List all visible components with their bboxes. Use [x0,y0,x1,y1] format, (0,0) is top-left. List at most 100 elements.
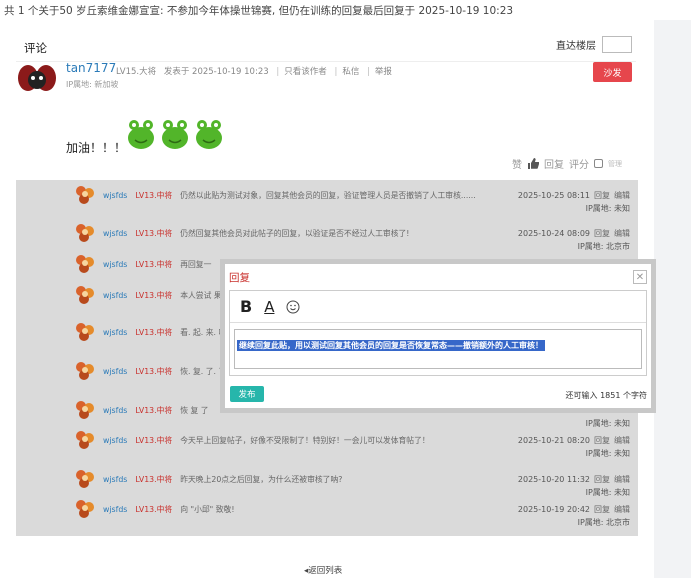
reply-date: 2025-10-25 08:11 [517,191,590,200]
right-sidebar [654,20,691,578]
reply-textarea[interactable]: 继续回复此贴，用以测试回复其他会员的回复是否恢复常态——撤销额外的人工审核！ [234,329,642,369]
reply-author[interactable]: wjsfds [103,191,127,200]
reply-link[interactable]: 回复 [544,156,564,171]
reply-ip: IP属地: 未知 [585,449,630,458]
reply-avatar[interactable] [74,284,96,306]
reply-editor: B A 继续回复此贴，用以测试回复其他会员的回复是否恢复常态——撤销额外的人工审… [229,290,647,376]
reply-dialog-body: 回复 ✕ B A 继续回复此贴，用以测试回复其他会员的回复是否恢复常态——撤销额… [225,264,651,408]
reply-meta: 2025-10-25 08:11 回复 编辑 IP属地: 未知 [518,189,630,215]
smiley-icon[interactable] [286,300,300,314]
reply-level: LV13.中将 [135,291,173,300]
reply-ip: IP属地: 北京市 [577,518,630,527]
post-time: 发表于 2025-10-19 10:23 [163,67,269,77]
reply-author[interactable]: wjsfds [103,406,127,415]
reply-item: wjsfds LV13.中将 仍然以此贴为测试对象，回复其他会员的回复，验证管理人员… [16,183,638,219]
rate-link[interactable]: 评分 [569,156,589,171]
reply-reply-link[interactable]: 回复 [594,229,610,238]
reply-author[interactable]: wjsfds [103,475,127,484]
admin-label: 管理 [608,159,622,168]
report-link[interactable]: 举报 [375,67,392,77]
reply-dialog: 回复 ✕ B A 继续回复此贴，用以测试回复其他会员的回复是否恢复常态——撤销额… [220,259,656,413]
jump-floor-input[interactable] [602,36,632,53]
green-frog-emoji-icon [196,120,222,149]
reply-edit-link[interactable]: 编辑 [614,475,630,484]
green-frog-emoji-icon [162,120,188,149]
char-counter: 还可输入 1851 个字符 [565,391,647,400]
reply-avatar[interactable] [74,429,96,451]
author-ip: IP属地: 新加坡 [66,80,119,89]
reply-date: 2025-10-20 11:32 [517,475,590,484]
reply-reply-link[interactable]: 回复 [594,191,610,200]
comments-title: 评论 [24,41,47,55]
reply-text: 昨天晚上20点之后回复，为什么还被审核了呐? [180,475,343,484]
reply-author[interactable]: wjsfds [103,260,127,269]
back-to-list-link[interactable]: ◂返回列表 [304,564,342,576]
reply-text: 今天早上回复帖子，好像不受限制了！特别好！一会儿可以发体育帖了！ [180,436,430,445]
reply-text: 恢 复 了 [180,406,209,415]
jump-label: 直达楼层 [556,41,596,52]
reply-avatar[interactable] [74,222,96,244]
author-avatar[interactable] [18,62,56,96]
reply-ip: IP属地: 未知 [585,204,630,213]
reply-level: LV13.中将 [135,328,173,337]
reply-avatar[interactable] [74,498,96,520]
reply-level: LV13.中将 [135,475,173,484]
reply-edit-link[interactable]: 编辑 [614,436,630,445]
reply-reply-link[interactable]: 回复 [594,475,610,484]
reply-text: 仍然回复其他会员对此帖子的回复，以验证是否不经过人工审核了! [180,229,410,238]
reply-reply-link[interactable]: 回复 [594,505,610,514]
private-message-link[interactable]: 私信 [342,67,359,77]
reply-author[interactable]: wjsfds [103,291,127,300]
reply-meta: 2025-10-20 11:32 回复 编辑 IP属地: 未知 [518,473,630,499]
reply-author[interactable]: wjsfds [103,229,127,238]
reply-date: 2025-10-19 20:42 [517,505,590,514]
reply-author[interactable]: wjsfds [103,367,127,376]
reply-body: wjsfds LV13.中将 仍然回复其他会员对此帖子的回复，以验证是否不经过人工审… [103,227,493,240]
reply-avatar[interactable] [74,468,96,490]
reply-level: LV13.中将 [135,191,173,200]
reply-meta: 2025-10-24 08:09 回复 编辑 IP属地: 北京市 [518,227,630,253]
reply-level: LV13.中将 [135,406,173,415]
reply-body: wjsfds LV13.中将 昨天晚上20点之后回复，为什么还被审核了呐? [103,473,493,486]
editor-toolbar: B A [230,291,646,323]
only-author-link[interactable]: 只看该作者 [284,67,327,77]
jump-to-floor: 直达楼层 [556,36,632,53]
reply-text: 向 "小邱" 致敬! [180,505,235,514]
bold-button[interactable]: B [240,297,252,316]
reply-avatar[interactable] [74,321,96,343]
reply-edit-link[interactable]: 编辑 [614,191,630,200]
reply-avatar[interactable] [74,184,96,206]
font-color-button[interactable]: A [264,298,274,316]
sofa-badge: 沙发 [593,62,632,82]
reply-author[interactable]: wjsfds [103,505,127,514]
reply-level: LV13.中将 [135,367,173,376]
selected-reply-text: 继续回复此贴，用以测试回复其他会员的回复是否恢复常态——撤销额外的人工审核！ [237,340,545,351]
reply-text: 再回复一 [180,260,212,269]
reply-edit-link[interactable]: 编辑 [614,505,630,514]
post-actions: 赞 回复 评分 管理 [512,156,622,171]
reply-meta: 2025-10-21 08:20 回复 编辑 IP属地: 未知 [518,434,630,460]
reply-author[interactable]: wjsfds [103,436,127,445]
reply-body: wjsfds LV13.中将 仍然以此贴为测试对象，回复其他会员的回复，验证管理人员… [103,189,493,202]
author-level: LV15.大将 [116,67,157,77]
reply-avatar[interactable] [74,253,96,275]
comments-header: 评论 直达楼层 [16,34,636,62]
reply-level: LV13.中将 [135,229,173,238]
author-meta: LV15.大将 发表于 2025-10-19 10:23 | 只看该作者 | 私信 … [116,67,392,77]
reply-avatar[interactable] [74,399,96,421]
author-name[interactable]: tan7177 [66,61,116,75]
reply-date: 2025-10-21 08:20 [517,436,590,445]
reply-author[interactable]: wjsfds [103,328,127,337]
reply-date: 2025-10-24 08:09 [517,229,590,238]
reply-edit-link[interactable]: 编辑 [614,229,630,238]
publish-button[interactable]: 发布 [230,386,264,402]
dialog-title: 回复 [229,272,250,284]
admin-checkbox[interactable] [594,159,603,168]
reply-avatar[interactable] [74,360,96,382]
reply-level: LV13.中将 [135,436,173,445]
close-icon[interactable]: ✕ [633,270,647,284]
like-label[interactable]: 赞 [512,156,522,171]
topic-title: 共 1 个关于50 岁丘索维金娜宣宣: 不参加今年体操世锦赛, 但仍在训练的回复… [4,5,514,17]
reply-reply-link[interactable]: 回复 [594,436,610,445]
thumbs-up-icon[interactable] [527,158,539,169]
